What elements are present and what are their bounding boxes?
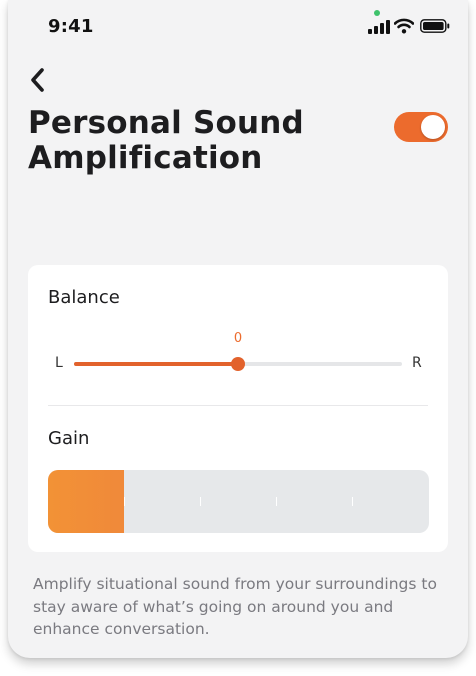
gain-tick	[124, 497, 125, 506]
description-text: Amplify situational sound from your surr…	[33, 575, 437, 638]
chevron-left-icon	[31, 68, 44, 92]
settings-card: Balance 0 L R Gain	[28, 265, 448, 552]
gain-tick	[200, 497, 201, 506]
gain-tick	[352, 497, 353, 506]
gain-slider-fill	[48, 470, 124, 533]
divider	[48, 405, 428, 406]
balance-label: Balance	[48, 287, 120, 308]
balance-value: 0	[233, 331, 243, 346]
gain-tick	[276, 497, 277, 506]
wifi-icon	[394, 18, 414, 34]
phone-screen: 9:41 Personal Sound Amplification Balanc…	[8, 0, 468, 658]
balance-slider-fill	[74, 362, 238, 366]
toggle-knob	[421, 115, 445, 139]
page-title: Personal Sound Amplification	[28, 105, 304, 176]
back-button[interactable]	[28, 64, 54, 96]
amplification-toggle[interactable]	[394, 112, 448, 142]
gain-label: Gain	[48, 428, 90, 449]
gain-slider[interactable]	[48, 470, 429, 533]
balance-slider[interactable]	[74, 357, 402, 371]
battery-icon	[420, 19, 450, 33]
balance-right-label: R	[412, 355, 422, 371]
balance-slider-thumb[interactable]	[231, 357, 245, 371]
cellular-signal-icon	[368, 20, 390, 34]
camera-indicator-dot	[374, 10, 380, 16]
balance-left-label: L	[55, 355, 63, 371]
status-time: 9:41	[48, 16, 94, 37]
